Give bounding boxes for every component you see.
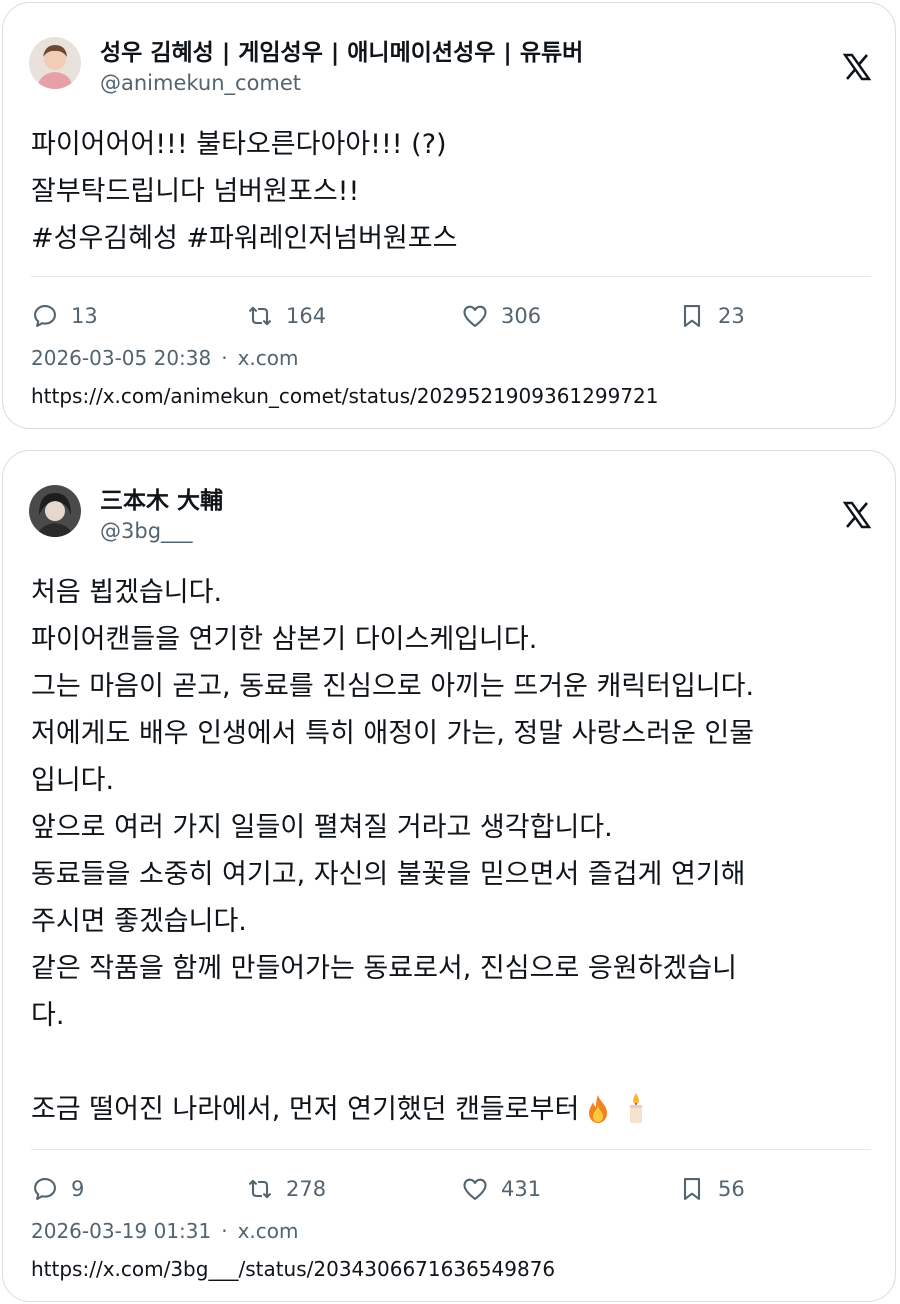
post-body-line: 처음 뵙겠습니다. — [31, 577, 223, 608]
reply-button[interactable]: 9 — [31, 1171, 84, 1207]
avatar[interactable] — [29, 37, 81, 89]
post-card[interactable]: 성우 김혜성 | 게임성우 | 애니메이션성우 | 유튜버 @animekun_… — [2, 2, 896, 429]
post-body-line: 입니다. — [31, 765, 115, 796]
avatar[interactable] — [29, 485, 81, 537]
repost-count: 164 — [286, 304, 327, 328]
repost-button[interactable]: 278 — [246, 1171, 326, 1207]
post-body-line: 파이어캔들을 연기한 삼본기 다이스케입니다. — [31, 624, 538, 655]
post-url[interactable]: https://x.com/animekun_comet/status/2029… — [31, 384, 659, 408]
divider — [31, 1149, 871, 1150]
post-body-line: 같은 작품을 함께 만들어가는 동료로서, 진심으로 응원하겠습니 — [31, 953, 737, 984]
action-bar: 13 164 306 23 — [31, 298, 871, 334]
reply-count: 13 — [71, 304, 98, 328]
separator-dot: · — [221, 1219, 228, 1243]
repost-button[interactable]: 164 — [246, 298, 326, 334]
repost-icon — [249, 306, 271, 326]
bookmark-count: 23 — [718, 304, 745, 328]
x-logo-icon[interactable] — [841, 51, 873, 83]
reply-icon — [34, 305, 56, 327]
like-count: 431 — [501, 1177, 542, 1201]
timestamp[interactable]: 2026-03-05 20:38 — [31, 346, 211, 370]
post-body-line: 그는 마음이 곧고, 동료를 진심으로 아끼는 뜨거운 캐릭터입니다. — [31, 671, 755, 702]
display-name[interactable]: 三本木 大輔 — [100, 481, 223, 515]
post-body-line-blank — [31, 1039, 875, 1086]
post-body: 파이어어어!!! 불타오른다아아!!! (?) 잘부탁드립니다 넘버원포스!! #성… — [31, 121, 875, 262]
heart-icon — [463, 305, 487, 327]
divider — [31, 276, 871, 277]
bookmark-button[interactable]: 56 — [678, 1171, 745, 1207]
repost-icon — [249, 1179, 271, 1199]
like-button[interactable]: 431 — [461, 1171, 541, 1207]
post-body-line: 다. — [31, 1000, 65, 1031]
post-body-line: 동료들을 소중히 여기고, 자신의 불꽃을 믿으면서 즐겁게 연기해 — [31, 859, 746, 890]
reply-icon — [34, 1178, 56, 1200]
user-handle[interactable]: @animekun_comet — [100, 71, 301, 95]
source-label: x.com — [237, 1219, 299, 1243]
x-logo-icon[interactable] — [841, 499, 873, 531]
candle-emoji-icon — [625, 1092, 647, 1139]
post-body-line: 잘부탁드립니다 넘버원포스!! — [31, 176, 360, 207]
post-body-line: 앞으로 여러 가지 일들이 펼쳐질 거라고 생각합니다. — [31, 812, 613, 843]
post-body-line: 저에게도 배우 인생에서 특히 애정이 가는, 정말 사랑스러운 인물 — [31, 718, 755, 749]
post-body: 처음 뵙겠습니다. 파이어캔들을 연기한 삼본기 다이스케입니다. 그는 마음이 곧… — [31, 569, 875, 1139]
repost-count: 278 — [286, 1177, 327, 1201]
post-card[interactable]: 三本木 大輔 @3bg___ 처음 뵙겠습니다. 파이어캔들을 연기한 삼본기 다… — [2, 450, 896, 1302]
fire-emoji-icon — [585, 1092, 611, 1139]
bookmark-icon — [683, 305, 701, 327]
source-label: x.com — [237, 346, 299, 370]
user-handle[interactable]: @3bg___ — [100, 519, 193, 543]
heart-icon — [463, 1178, 487, 1200]
post-meta: 2026-03-19 01:31 · x.com — [31, 1219, 299, 1243]
post-url[interactable]: https://x.com/3bg___/status/203430667163… — [31, 1257, 555, 1281]
post-meta: 2026-03-05 20:38 · x.com — [31, 346, 299, 370]
post-body-text: 조금 떨어진 나라에서, 먼저 연기했던 캔들로부터 — [31, 1094, 580, 1125]
action-bar: 9 278 431 56 — [31, 1171, 871, 1207]
post-body-line: 조금 떨어진 나라에서, 먼저 연기했던 캔들로부터 — [31, 1086, 875, 1139]
bookmark-icon — [683, 1178, 701, 1200]
reply-button[interactable]: 13 — [31, 298, 98, 334]
like-button[interactable]: 306 — [461, 298, 541, 334]
like-count: 306 — [501, 304, 542, 328]
post-body-line: #성우김혜성 #파워레인저넘버원포스 — [31, 223, 458, 254]
display-name[interactable]: 성우 김혜성 | 게임성우 | 애니메이션성우 | 유튜버 — [100, 33, 583, 67]
post-body-line: 주시면 좋겠습니다. — [31, 906, 247, 937]
reply-count: 9 — [71, 1177, 85, 1201]
bookmark-button[interactable]: 23 — [678, 298, 745, 334]
post-body-line: 파이어어어!!! 불타오른다아아!!! (?) — [31, 129, 447, 160]
timestamp[interactable]: 2026-03-19 01:31 — [31, 1219, 211, 1243]
bookmark-count: 56 — [718, 1177, 745, 1201]
separator-dot: · — [221, 346, 228, 370]
